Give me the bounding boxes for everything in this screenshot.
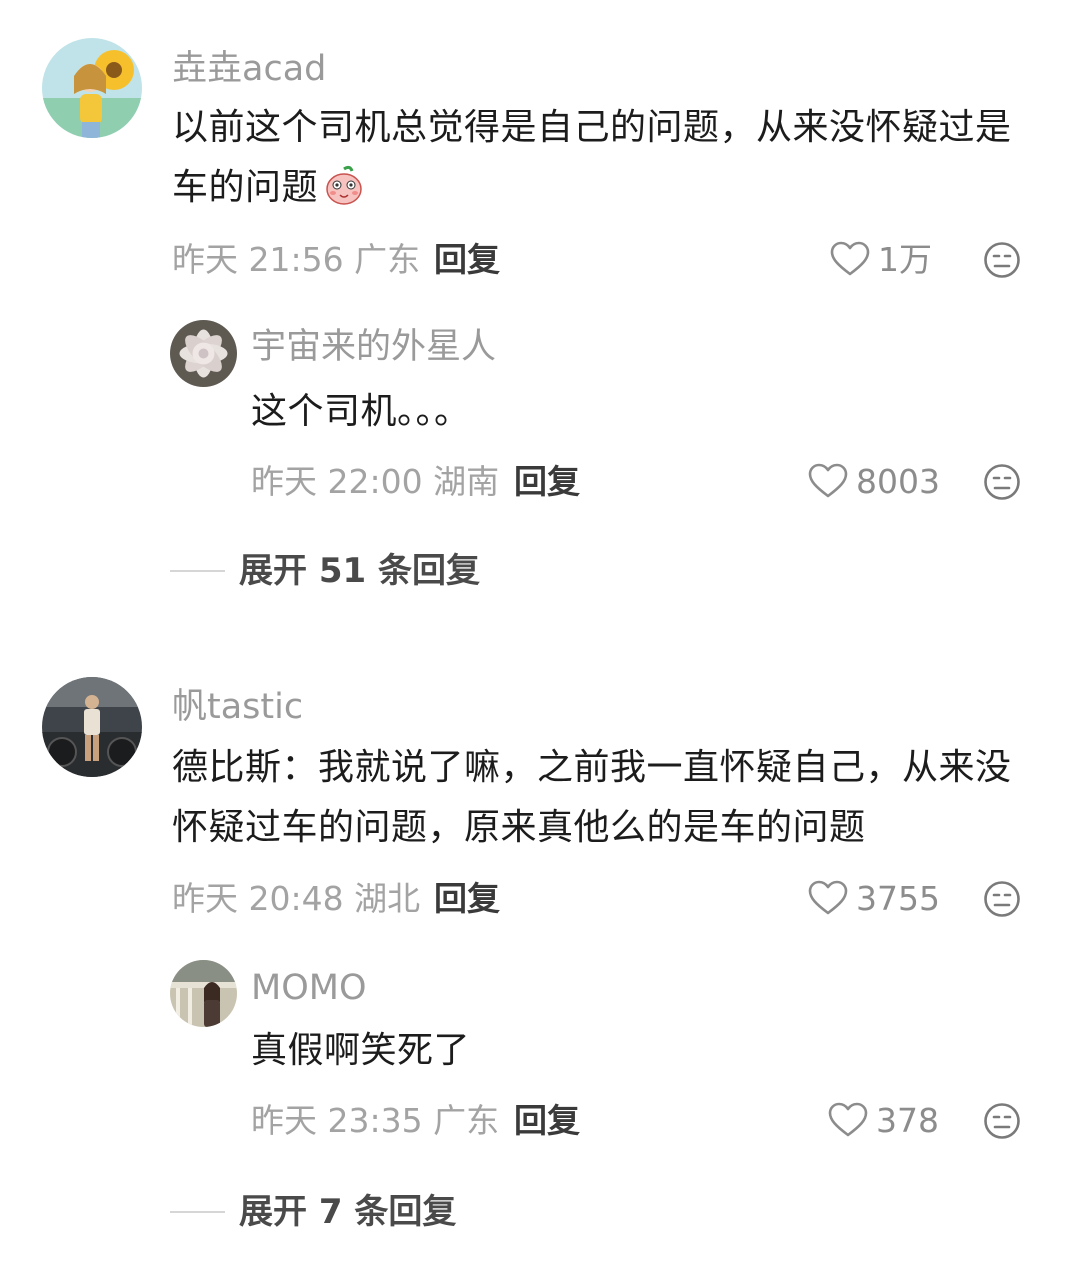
comment-text-content: 以前这个司机总觉得是自己的问题，从来没怀疑过是车的问题 xyxy=(172,107,1012,208)
reply-time: 昨天 22:00 xyxy=(251,462,423,501)
meh-face-icon xyxy=(984,881,1020,917)
expand-replies-button[interactable]: 展开 7 条回复 xyxy=(170,1195,456,1229)
expand-divider xyxy=(170,1211,225,1213)
reply-button[interactable]: 回复 xyxy=(514,465,580,498)
reply-username[interactable]: 宇宙来的外星人 xyxy=(251,330,496,365)
like-count: 3755 xyxy=(856,878,940,918)
expand-replies-label: 展开 51 条回复 xyxy=(239,551,480,591)
reply-location: 广东 xyxy=(433,1101,500,1140)
reply-button[interactable]: 回复 xyxy=(514,1104,580,1137)
comment-item: 帆tastic 德比斯：我就说了嘛，之前我一直怀疑自己，从来没怀疑过车的问题，原… xyxy=(0,640,1080,1270)
heart-outline-icon xyxy=(808,880,848,915)
meh-face-icon xyxy=(984,1103,1020,1139)
comment-location: 湖北 xyxy=(354,879,421,918)
comment-meta: 昨天 21:56 广东 xyxy=(172,243,420,276)
reply-meta: 昨天 22:00 湖南 xyxy=(251,465,499,498)
dislike-button[interactable] xyxy=(983,241,1021,279)
avatar-image xyxy=(42,677,142,777)
like-button[interactable]: 1万 xyxy=(830,241,932,277)
avatar[interactable] xyxy=(42,38,142,138)
peach-blush-emoji-icon xyxy=(322,163,366,207)
expand-replies-button[interactable]: 展开 51 条回复 xyxy=(170,554,480,588)
comment-username[interactable]: 帆tastic xyxy=(172,690,303,725)
like-button[interactable]: 8003 xyxy=(808,463,940,499)
heart-outline-icon xyxy=(830,241,870,276)
heart-outline-icon xyxy=(808,463,848,498)
comment-username[interactable]: 垚垚acad xyxy=(172,52,326,87)
avatar-image xyxy=(42,38,142,138)
expand-replies-label: 展开 7 条回复 xyxy=(239,1192,457,1232)
reply-text: 真假啊笑死了 xyxy=(251,1030,471,1071)
reply-button[interactable]: 回复 xyxy=(434,243,500,276)
like-button[interactable]: 3755 xyxy=(808,880,940,916)
reply-username[interactable]: MOMO xyxy=(251,971,367,1006)
like-count: 8003 xyxy=(856,461,940,501)
comment-item: 垚垚acad 以前这个司机总觉得是自己的问题，从来没怀疑过是车的问题 昨天 21… xyxy=(0,0,1080,620)
like-count: 378 xyxy=(876,1100,939,1140)
dislike-button[interactable] xyxy=(983,1102,1021,1140)
meh-face-icon xyxy=(984,464,1020,500)
reply-location: 湖南 xyxy=(433,462,500,501)
like-button[interactable]: 378 xyxy=(828,1102,939,1138)
reply-avatar[interactable] xyxy=(170,320,237,387)
dislike-button[interactable] xyxy=(983,463,1021,501)
reply-avatar[interactable] xyxy=(170,960,237,1027)
dislike-button[interactable] xyxy=(983,880,1021,918)
expand-divider xyxy=(170,570,225,572)
comment-time: 昨天 21:56 xyxy=(172,240,344,279)
comment-text: 德比斯：我就说了嘛，之前我一直怀疑自己，从来没怀疑过车的问题，原来真他么的是车的… xyxy=(172,747,1012,848)
avatar[interactable] xyxy=(42,677,142,777)
comment-text: 以前这个司机总觉得是自己的问题，从来没怀疑过是车的问题 xyxy=(172,98,1032,218)
reply-meta: 昨天 23:35 广东 xyxy=(251,1104,499,1137)
reply-button[interactable]: 回复 xyxy=(434,882,500,915)
avatar-image xyxy=(170,320,237,387)
comment-meta: 昨天 20:48 湖北 xyxy=(172,882,420,915)
comment-time: 昨天 20:48 xyxy=(172,879,344,918)
meh-face-icon xyxy=(984,242,1020,278)
like-count: 1万 xyxy=(878,239,932,279)
comment-location: 广东 xyxy=(354,240,421,279)
heart-outline-icon xyxy=(828,1102,868,1137)
reply-time: 昨天 23:35 xyxy=(251,1101,423,1140)
reply-text: 这个司机。。。 xyxy=(251,391,471,432)
avatar-image xyxy=(170,960,237,1027)
